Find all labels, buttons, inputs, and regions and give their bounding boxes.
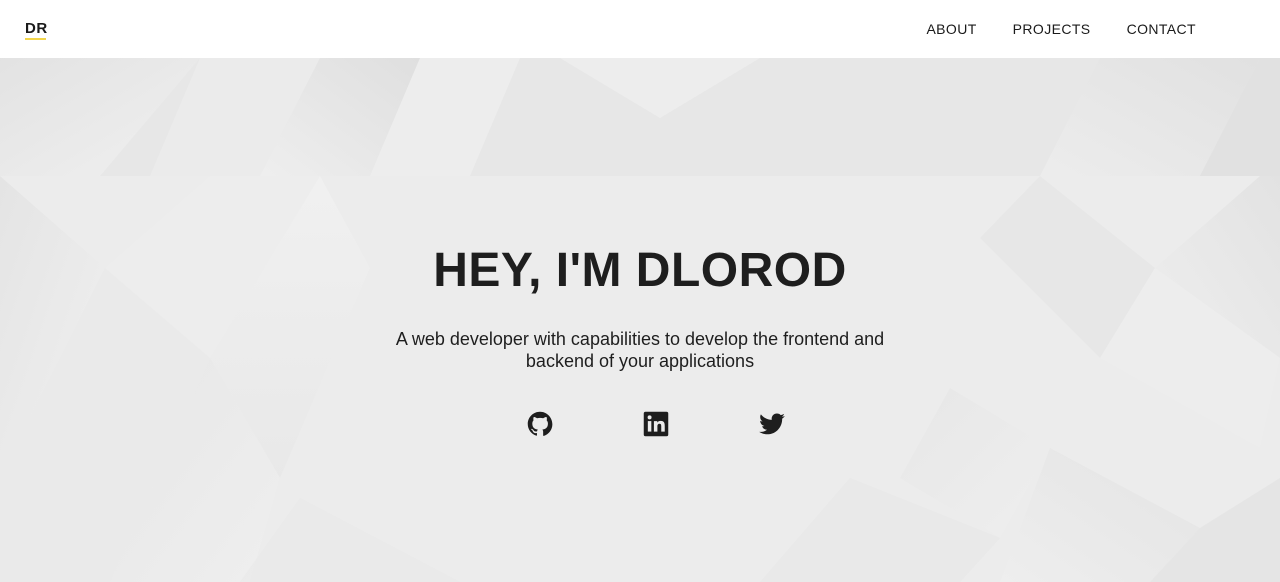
github-icon <box>527 411 553 436</box>
logo-link[interactable]: DR <box>25 20 48 37</box>
social-links <box>0 410 1280 438</box>
nav-projects-link[interactable]: PROJECTS <box>1013 21 1091 37</box>
main-nav: ABOUT PROJECTS CONTACT <box>890 21 1196 37</box>
hero-title: HEY, I'M DLOROD <box>433 244 847 297</box>
nav-about-link[interactable]: ABOUT <box>926 21 976 37</box>
twitter-link[interactable] <box>758 410 786 438</box>
site-header: DR ABOUT PROJECTS CONTACT <box>0 0 1280 58</box>
twitter-icon <box>759 413 785 435</box>
hero-section: HEY, I'M DLOROD A web developer with cap… <box>0 58 1280 582</box>
linkedin-icon <box>643 411 669 437</box>
github-link[interactable] <box>526 410 554 438</box>
hero-subtitle-line-1: A web developer with capabilities to dev… <box>395 329 885 349</box>
geometric-background <box>0 58 1280 582</box>
page: DR ABOUT PROJECTS CONTACT HEY, I'M DLORO… <box>0 0 1280 582</box>
hero-subtitle-line-2: backend of your applications <box>525 351 755 371</box>
nav-contact-link[interactable]: CONTACT <box>1127 21 1196 37</box>
linkedin-link[interactable] <box>642 410 670 438</box>
hero-subtitle: A web developer with capabilities to dev… <box>370 328 910 372</box>
logo-underline <box>25 38 46 40</box>
